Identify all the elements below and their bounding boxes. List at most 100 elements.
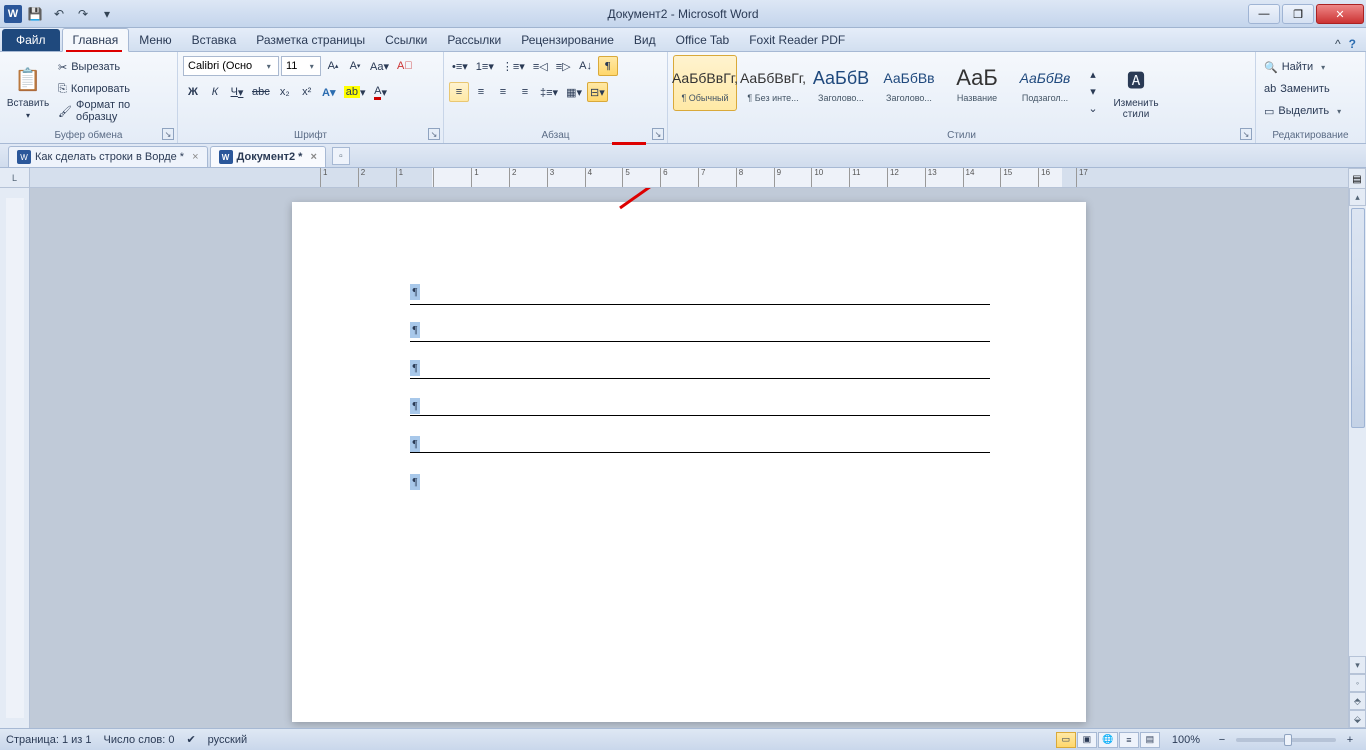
styles-row-up[interactable]: ▴ xyxy=(1083,67,1103,83)
vertical-scrollbar[interactable]: ▴ ▾ ◦ ⬘ ⬙ xyxy=(1348,188,1366,728)
spellcheck-icon[interactable]: ✔ xyxy=(186,733,195,746)
zoom-in-button[interactable]: + xyxy=(1340,730,1360,750)
tab-references[interactable]: Ссылки xyxy=(375,29,437,51)
style-nospacing[interactable]: АаБбВвГг,¶ Без инте... xyxy=(741,55,805,111)
zoom-out-button[interactable]: − xyxy=(1212,730,1232,750)
line-spacing-button[interactable]: ‡≡▾ xyxy=(537,82,561,102)
save-icon[interactable]: 💾 xyxy=(24,3,46,25)
horizontal-ruler[interactable]: 1211234567891011121314151617 xyxy=(30,168,1348,187)
font-size-combo[interactable]: ▾ xyxy=(281,56,321,76)
style-heading1[interactable]: АаБбВЗаголово... xyxy=(809,55,873,111)
tab-pagelayout[interactable]: Разметка страницы xyxy=(246,29,375,51)
style-subtitle[interactable]: АаБбВвПодзагол... xyxy=(1013,55,1077,111)
clipboard-dialog-launcher[interactable]: ↘ xyxy=(162,128,174,140)
align-center-button[interactable]: ≡ xyxy=(471,82,491,102)
paste-button[interactable]: 📋 Вставить ▾ xyxy=(5,55,51,128)
ruler-toggle-button[interactable]: ▤ xyxy=(1348,168,1366,190)
redo-icon[interactable]: ↷ xyxy=(72,3,94,25)
style-heading2[interactable]: АаБбВвЗаголово... xyxy=(877,55,941,111)
change-case-button[interactable]: Aa▾ xyxy=(367,56,392,76)
word-app-icon[interactable]: W xyxy=(4,5,22,23)
vertical-ruler[interactable] xyxy=(6,198,24,718)
text-effects-button[interactable]: A▾ xyxy=(319,82,339,102)
doctab-1[interactable]: W Как сделать строки в Ворде * × xyxy=(8,146,208,167)
undo-icon[interactable]: ↶ xyxy=(48,3,70,25)
document-area[interactable]: ¶ ¶ ¶ ¶ ¶ ¶ xyxy=(30,188,1348,728)
status-words[interactable]: Число слов: 0 xyxy=(104,734,175,746)
format-painter-button[interactable]: 🖌Формат по образцу xyxy=(55,101,172,121)
italic-button[interactable]: К xyxy=(205,82,225,102)
grow-font-button[interactable]: A▴ xyxy=(323,56,343,76)
tab-foxit[interactable]: Foxit Reader PDF xyxy=(739,29,855,51)
copy-button[interactable]: ⎘Копировать xyxy=(55,79,172,99)
numbering-button[interactable]: 1≡▾ xyxy=(473,56,497,76)
font-name-combo[interactable]: ▾ xyxy=(183,56,279,76)
qat-customize-icon[interactable]: ▾ xyxy=(96,3,118,25)
file-tab[interactable]: Файл xyxy=(2,29,60,51)
view-print-layout[interactable]: ▭ xyxy=(1056,732,1076,748)
align-left-button[interactable]: ≡ xyxy=(449,82,469,102)
zoom-thumb[interactable] xyxy=(1284,734,1292,746)
paragraph-dialog-launcher[interactable]: ↘ xyxy=(652,128,664,140)
shrink-font-button[interactable]: A▾ xyxy=(345,56,365,76)
find-button[interactable]: 🔍Найти▾ xyxy=(1261,57,1360,77)
font-color-button[interactable]: A▾ xyxy=(371,82,391,102)
browse-object-button[interactable]: ◦ xyxy=(1349,674,1366,692)
tab-selector[interactable]: L xyxy=(0,168,30,187)
zoom-slider[interactable] xyxy=(1236,738,1336,742)
maximize-button[interactable]: ❐ xyxy=(1282,4,1314,24)
minimize-button[interactable]: — xyxy=(1248,4,1280,24)
scroll-down-button[interactable]: ▾ xyxy=(1349,656,1366,674)
styles-more[interactable]: ⌄ xyxy=(1083,101,1103,117)
bold-button[interactable]: Ж xyxy=(183,82,203,102)
subscript-button[interactable]: x₂ xyxy=(275,82,295,102)
styles-dialog-launcher[interactable]: ↘ xyxy=(1240,128,1252,140)
decrease-indent-button[interactable]: ≡◁ xyxy=(530,56,551,76)
shading-button[interactable]: ▦▾ xyxy=(563,82,585,102)
doctab-2[interactable]: W Документ2 * × xyxy=(210,146,326,167)
view-draft[interactable]: ▤ xyxy=(1140,732,1160,748)
tab-view[interactable]: Вид xyxy=(624,29,666,51)
superscript-button[interactable]: x² xyxy=(297,82,317,102)
new-tab-button[interactable]: ▫ xyxy=(332,147,350,165)
styles-row-down[interactable]: ▾ xyxy=(1083,84,1103,100)
cut-button[interactable]: ✂Вырезать xyxy=(55,57,172,77)
page[interactable]: ¶ ¶ ¶ ¶ ¶ ¶ xyxy=(292,202,1086,722)
strike-button[interactable]: abc xyxy=(249,82,273,102)
next-page-button[interactable]: ⬙ xyxy=(1349,710,1366,728)
underline-button[interactable]: Ч▾ xyxy=(227,82,247,102)
justify-button[interactable]: ≡ xyxy=(515,82,535,102)
style-title[interactable]: АаБНазвание xyxy=(945,55,1009,111)
tab-menu[interactable]: Меню xyxy=(129,29,181,51)
view-web[interactable]: 🌐 xyxy=(1098,732,1118,748)
close-icon[interactable]: × xyxy=(192,151,198,163)
tab-insert[interactable]: Вставка xyxy=(182,29,247,51)
zoom-level[interactable]: 100% xyxy=(1172,734,1200,746)
tab-mailings[interactable]: Рассылки xyxy=(437,29,511,51)
ribbon-minimize-icon[interactable]: ^ xyxy=(1335,37,1341,51)
scroll-thumb[interactable] xyxy=(1351,208,1365,428)
select-button[interactable]: ▭Выделить▾ xyxy=(1261,101,1360,121)
change-styles-button[interactable]: 🅰 Изменить стили xyxy=(1109,55,1163,128)
view-fullscreen[interactable]: ▣ xyxy=(1077,732,1097,748)
tab-review[interactable]: Рецензирование xyxy=(511,29,624,51)
view-outline[interactable]: ≡ xyxy=(1119,732,1139,748)
highlight-button[interactable]: ab▾ xyxy=(341,82,369,102)
tab-home[interactable]: Главная xyxy=(62,28,130,52)
show-marks-button[interactable]: ¶ xyxy=(598,56,618,76)
multilevel-button[interactable]: ⋮≡▾ xyxy=(499,56,528,76)
style-normal[interactable]: АаБбВвГг,¶ Обычный xyxy=(673,55,737,111)
status-language[interactable]: русский xyxy=(208,734,247,746)
align-right-button[interactable]: ≡ xyxy=(493,82,513,102)
sort-button[interactable]: A↓ xyxy=(576,56,596,76)
prev-page-button[interactable]: ⬘ xyxy=(1349,692,1366,710)
bullets-button[interactable]: •≡▾ xyxy=(449,56,471,76)
increase-indent-button[interactable]: ≡▷ xyxy=(553,56,574,76)
close-button[interactable]: ✕ xyxy=(1316,4,1364,24)
status-page[interactable]: Страница: 1 из 1 xyxy=(6,734,92,746)
help-icon[interactable]: ? xyxy=(1349,37,1356,51)
borders-button[interactable]: ⊟▾ xyxy=(587,82,608,102)
close-icon[interactable]: × xyxy=(310,151,316,163)
clear-format-button[interactable]: A⃠ xyxy=(394,56,416,76)
tab-officetab[interactable]: Office Tab xyxy=(666,29,740,51)
